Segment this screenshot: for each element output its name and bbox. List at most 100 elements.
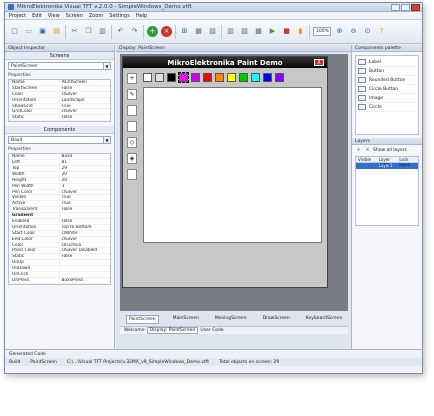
property-value[interactable]: 81 — [60, 160, 111, 165]
property-value[interactable]: clSilver — [60, 109, 111, 114]
property-value[interactable]: False — [60, 115, 111, 120]
generate-icon[interactable]: ▩ — [253, 26, 264, 37]
layer-visible[interactable] — [356, 163, 377, 169]
color-swatch[interactable] — [178, 72, 189, 83]
copy-icon[interactable]: ❐ — [83, 26, 94, 37]
code-icon[interactable]: ▨ — [239, 26, 250, 37]
resize-icon[interactable]: ⊞ — [179, 26, 190, 37]
layer-row[interactable]: Layer1 — [356, 163, 418, 169]
tab-display[interactable]: Display: PaintScreen — [146, 327, 199, 334]
layer-lock[interactable] — [397, 163, 418, 169]
property-value[interactable]: 3 — [60, 184, 111, 189]
component-select[interactable]: Box4 ▼ — [8, 136, 111, 145]
tool-box-3[interactable] — [127, 169, 137, 180]
property-value[interactable]: PaintScreen — [60, 80, 111, 85]
property-value[interactable]: False — [60, 207, 111, 212]
color-swatch[interactable] — [275, 73, 284, 82]
property-value[interactable]: BoxxPress — [60, 278, 111, 283]
property-value[interactable]: Top to Bottom — [60, 225, 111, 230]
property-value[interactable]: 20 — [60, 178, 111, 183]
tool-box-2[interactable] — [127, 121, 137, 132]
close-button[interactable] — [411, 3, 420, 11]
color-swatch[interactable] — [263, 73, 272, 82]
color-swatch[interactable] — [251, 73, 260, 82]
help-icon[interactable]: ? — [376, 26, 387, 37]
property-row[interactable]: OnPress BoxxPress — [9, 277, 111, 284]
options-icon[interactable]: ▧ — [207, 26, 218, 37]
bucket-icon[interactable]: ◈ — [127, 153, 137, 164]
property-value[interactable]: clWhite — [60, 231, 111, 236]
tab-build[interactable]: Build — [9, 360, 20, 365]
color-swatch[interactable] — [167, 73, 176, 82]
menu-zoom[interactable]: Zoom — [89, 13, 103, 19]
property-value[interactable]: clFuchsia — [60, 243, 111, 248]
new-project-icon[interactable]: ▢ — [9, 26, 20, 37]
palette-item[interactable]: Image — [358, 94, 416, 103]
paint-canvas[interactable] — [143, 87, 322, 243]
add-screen-icon[interactable]: + — [147, 26, 158, 37]
color-swatch[interactable] — [191, 73, 200, 82]
remove-screen-icon[interactable]: × — [161, 26, 172, 37]
zoom-fit-icon[interactable]: ⊙ — [362, 26, 373, 37]
menu-view[interactable]: View — [48, 13, 60, 19]
eraser-icon[interactable]: ◇ — [127, 137, 137, 148]
property-value[interactable]: clSilver — [60, 237, 111, 242]
save-icon[interactable]: ▣ — [37, 26, 48, 37]
palette-item[interactable]: Label — [358, 58, 416, 67]
property-value[interactable] — [60, 266, 111, 271]
menu-edit[interactable]: Edit — [32, 13, 42, 19]
screen-tab[interactable]: MainScreen — [171, 315, 201, 324]
screen-tab[interactable]: PaintScreen — [126, 315, 159, 324]
show-all-layers[interactable]: Show all layers — [373, 148, 407, 153]
screen-select[interactable]: PaintScreen ▼ — [8, 62, 111, 70]
palette-item[interactable]: Rounded Button — [358, 76, 416, 85]
property-value[interactable]: Box4 — [60, 154, 111, 159]
chevron-down-icon[interactable]: ▼ — [103, 137, 110, 144]
menu-settings[interactable]: Settings — [109, 13, 130, 19]
property-value[interactable]: False — [60, 254, 111, 259]
property-value[interactable]: True — [60, 201, 111, 206]
tab-welcome[interactable]: Welcome — [124, 328, 145, 333]
zoom-out-icon[interactable]: ⊖ — [348, 26, 359, 37]
zoom-select[interactable]: 100% — [313, 27, 331, 36]
color-swatch[interactable] — [239, 73, 248, 82]
screen-tab[interactable]: DrawScreen — [261, 315, 292, 324]
property-row[interactable]: Static False — [9, 115, 111, 122]
property-value[interactable]: clSilver — [60, 190, 111, 195]
run-icon[interactable]: ▶ — [267, 26, 278, 37]
export-icon[interactable]: ▮ — [295, 26, 306, 37]
minimize-button[interactable] — [391, 3, 400, 11]
property-value[interactable]: clSilver — [60, 92, 111, 97]
menu-help[interactable]: Help — [136, 13, 147, 19]
paste-icon[interactable]: ▥ — [97, 26, 108, 37]
property-value[interactable]: Landscape — [60, 98, 111, 103]
stop-icon[interactable]: ■ — [281, 26, 292, 37]
property-value[interactable] — [60, 260, 111, 265]
property-value[interactable]: clSilver Disabled — [60, 248, 111, 253]
screen-tab[interactable]: KeyboardScreen — [304, 315, 345, 324]
property-value[interactable] — [60, 272, 111, 277]
color-swatch[interactable] — [215, 73, 224, 82]
palette-item[interactable]: Circle — [358, 103, 416, 112]
device-icon[interactable]: ▦ — [193, 26, 204, 37]
redo-icon[interactable]: ↷ — [129, 26, 140, 37]
folder-icon[interactable]: ▤ — [51, 26, 62, 37]
cut-icon[interactable]: ✂ — [69, 26, 80, 37]
remove-layer-icon[interactable]: × — [364, 147, 371, 154]
add-layer-icon[interactable]: + — [355, 147, 362, 154]
device-close-button[interactable]: X — [314, 59, 324, 66]
palette-item[interactable]: Circle Button — [358, 85, 416, 94]
screen-tab[interactable]: MovingScreen — [213, 315, 249, 324]
open-project-icon[interactable]: ▭ — [23, 26, 34, 37]
color-swatch[interactable] — [155, 73, 164, 82]
pencil-icon[interactable]: ✎ — [127, 89, 137, 100]
tab-user-code[interactable]: User Code — [200, 328, 223, 333]
device-screen[interactable]: MikroElektronika Paint Demo X + ✎ ◇ ◈ — [122, 56, 328, 288]
tool-box-1[interactable] — [127, 105, 137, 116]
property-value[interactable]: 29 — [60, 166, 111, 171]
color-swatch[interactable] — [203, 73, 212, 82]
property-value[interactable]: False — [60, 219, 111, 224]
undo-icon[interactable]: ↶ — [115, 26, 126, 37]
design-canvas[interactable]: MikroElektronika Paint Demo X + ✎ ◇ ◈ — [120, 54, 348, 311]
chevron-down-icon[interactable]: ▼ — [103, 63, 110, 69]
